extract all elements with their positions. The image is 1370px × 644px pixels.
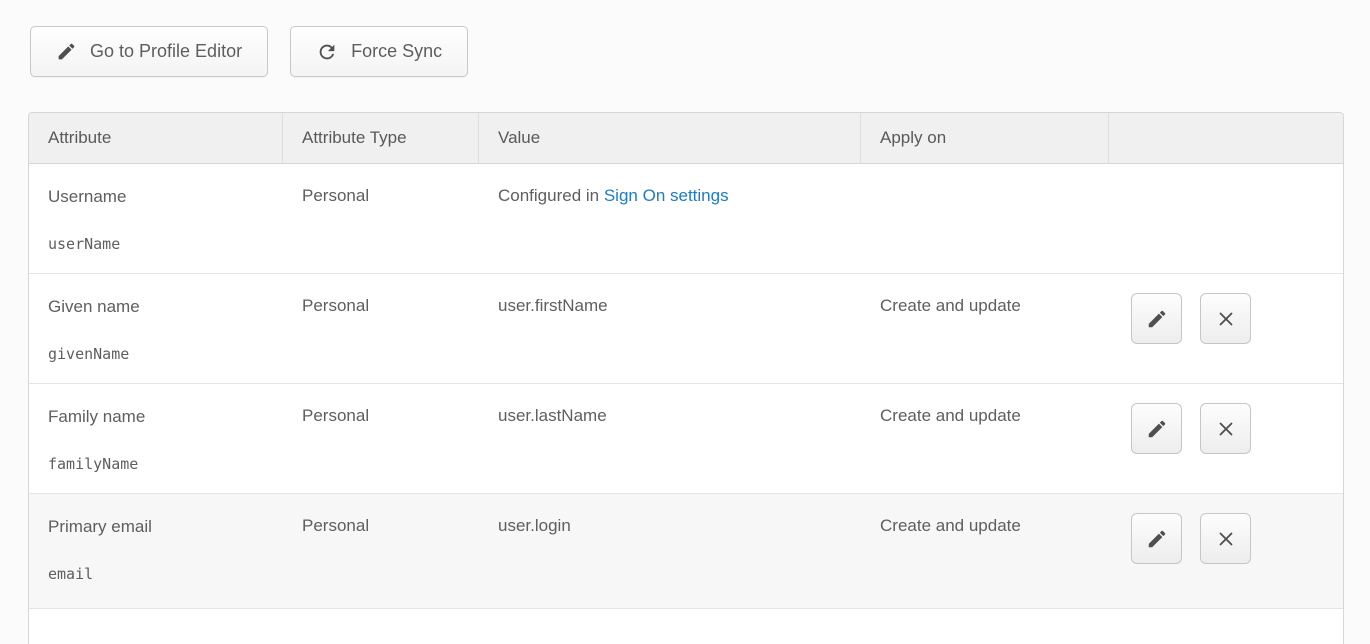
attribute-label: Username [48, 186, 273, 207]
column-header-actions [1109, 113, 1343, 163]
close-icon [1215, 528, 1237, 550]
table-row-username: Username userName Personal Configured in… [29, 164, 1343, 274]
actions-cell [1109, 164, 1343, 273]
attribute-variable: familyName [48, 455, 273, 474]
attribute-type-cell: Personal [283, 164, 479, 273]
toolbar: Go to Profile Editor Force Sync [30, 26, 468, 77]
delete-attribute-button[interactable] [1200, 513, 1251, 564]
apply-on-cell: Create and update [861, 494, 1109, 608]
attribute-label: Family name [48, 406, 273, 427]
table-row-partial [29, 609, 1343, 644]
actions-cell [1109, 494, 1343, 608]
pencil-icon [56, 41, 77, 62]
table-header: Attribute Attribute Type Value Apply on [29, 113, 1343, 164]
attribute-label: Given name [48, 296, 273, 317]
attribute-cell: Family name familyName [29, 384, 283, 493]
pencil-icon [1146, 528, 1168, 550]
value-cell: user.login [479, 494, 861, 608]
edit-attribute-button[interactable] [1131, 293, 1182, 344]
force-sync-button[interactable]: Force Sync [290, 26, 468, 77]
pencil-icon [1146, 308, 1168, 330]
attribute-cell: Username userName [29, 164, 283, 273]
pencil-icon [1146, 418, 1168, 440]
force-sync-label: Force Sync [351, 41, 442, 62]
table-row-primary-email: Primary email email Personal user.login … [29, 494, 1343, 609]
attribute-type-cell: Personal [283, 494, 479, 608]
attribute-cell: Primary email email [29, 494, 283, 608]
go-to-profile-editor-label: Go to Profile Editor [90, 41, 242, 62]
column-header-attribute-type: Attribute Type [283, 113, 479, 163]
delete-attribute-button[interactable] [1200, 403, 1251, 454]
attribute-cell: Given name givenName [29, 274, 283, 383]
go-to-profile-editor-button[interactable]: Go to Profile Editor [30, 26, 268, 77]
apply-on-cell: Create and update [861, 274, 1109, 383]
edit-attribute-button[interactable] [1131, 513, 1182, 564]
attribute-type-cell: Personal [283, 274, 479, 383]
attribute-label: Primary email [48, 516, 273, 537]
sign-on-settings-link[interactable]: Sign On settings [604, 186, 729, 205]
attribute-variable: givenName [48, 345, 273, 364]
value-cell: user.lastName [479, 384, 861, 493]
actions-cell [1109, 384, 1343, 493]
value-cell: Configured in Sign On settings [479, 164, 861, 273]
table-row-given-name: Given name givenName Personal user.first… [29, 274, 1343, 384]
actions-cell [1109, 274, 1343, 383]
attribute-variable: email [48, 565, 273, 584]
column-header-attribute: Attribute [29, 113, 283, 163]
close-icon [1215, 308, 1237, 330]
close-icon [1215, 418, 1237, 440]
apply-on-cell: Create and update [861, 384, 1109, 493]
value-prefix: Configured in [498, 186, 604, 205]
page: Go to Profile Editor Force Sync Attribut… [0, 0, 1370, 644]
table-row-family-name: Family name familyName Personal user.las… [29, 384, 1343, 494]
attribute-variable: userName [48, 235, 273, 254]
attribute-type-cell: Personal [283, 384, 479, 493]
value-cell: user.firstName [479, 274, 861, 383]
delete-attribute-button[interactable] [1200, 293, 1251, 344]
column-header-apply-on: Apply on [861, 113, 1109, 163]
apply-on-cell [861, 164, 1109, 273]
attribute-mapping-table: Attribute Attribute Type Value Apply on … [28, 112, 1344, 644]
refresh-icon [316, 41, 338, 63]
column-header-value: Value [479, 113, 861, 163]
edit-attribute-button[interactable] [1131, 403, 1182, 454]
